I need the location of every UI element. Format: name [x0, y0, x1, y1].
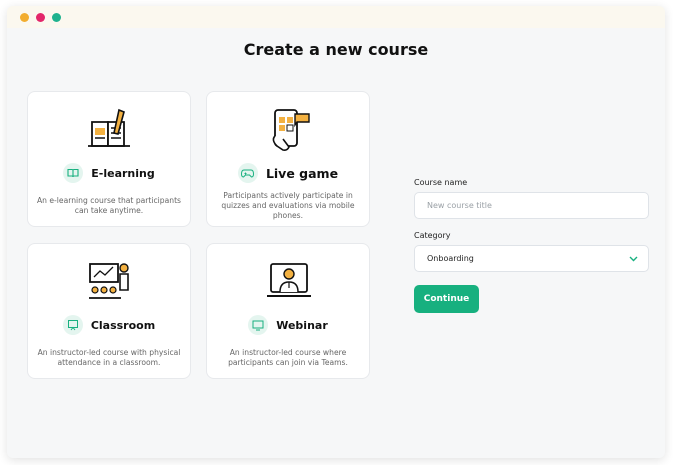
card-title-row: Classroom: [28, 314, 190, 336]
phone-quiz-illustration-icon: [272, 109, 310, 151]
category-value: Onboarding: [427, 254, 474, 263]
course-type-card-e-learning[interactable]: E-learning An e-learning course that par…: [27, 91, 191, 227]
card-description: An instructor-led course where participa…: [228, 348, 348, 367]
course-name-input[interactable]: New course title: [414, 192, 649, 219]
webinar-illustration-icon: [267, 263, 311, 297]
window-dot-yellow[interactable]: [20, 13, 29, 22]
window-dot-green[interactable]: [52, 13, 61, 22]
course-type-card-live-game[interactable]: Live game Participants actively particip…: [206, 91, 370, 227]
card-title: Webinar: [276, 318, 328, 332]
card-description: An instructor-led course with physical a…: [37, 348, 181, 367]
continue-button[interactable]: Continue: [414, 285, 479, 313]
book-icon: [63, 163, 84, 183]
card-title-row: Webinar: [207, 314, 369, 336]
card-description: An e-learning course that participants c…: [36, 196, 182, 215]
card-description: Participants actively participate in qui…: [221, 191, 355, 220]
app-window: Create a new course E-learning An e-lear…: [7, 6, 665, 458]
card-title: Classroom: [90, 318, 156, 332]
category-label: Category: [414, 231, 451, 240]
card-title: Live game: [265, 165, 339, 181]
course-type-card-classroom[interactable]: Classroom An instructor-led course with …: [27, 243, 191, 379]
chevron-down-icon: [629, 256, 638, 261]
course-type-card-webinar[interactable]: Webinar An instructor-led course where p…: [206, 243, 370, 379]
course-name-placeholder: New course title: [427, 201, 492, 210]
window-titlebar: [7, 6, 665, 28]
presentation-icon: [62, 315, 83, 335]
window-dot-red[interactable]: [36, 13, 45, 22]
gamepad-icon: [237, 163, 258, 183]
card-title-row: E-learning: [28, 162, 190, 184]
book-illustration-icon: [88, 108, 130, 147]
classroom-illustration-icon: [89, 263, 129, 299]
category-select[interactable]: Onboarding: [414, 245, 649, 272]
card-title-row: Live game: [207, 162, 369, 184]
monitor-icon: [248, 315, 269, 335]
new-course-form: Course name New course title Category On…: [414, 178, 649, 272]
page-title: Create a new course: [243, 40, 429, 59]
course-name-label: Course name: [414, 178, 468, 187]
card-title: E-learning: [91, 166, 155, 180]
